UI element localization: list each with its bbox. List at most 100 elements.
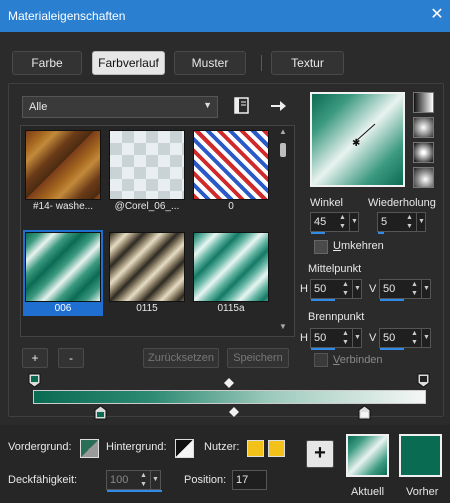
bottom-midpoint-marker[interactable] — [229, 407, 239, 417]
save-button[interactable]: Speichern — [227, 348, 289, 368]
mittelpunkt-label: Mittelpunkt — [308, 263, 362, 275]
winkel-level-bar — [311, 232, 325, 234]
aktuell-label: Aktuell — [351, 486, 385, 498]
rectangular-style-button[interactable] — [413, 117, 434, 138]
brenn-v-spinner[interactable]: 50 ▲ ▼ ▼ — [379, 328, 431, 350]
deckfaehigkeit-label: Deckfähigkeit: — [8, 474, 78, 486]
gallery-item-label: 0115a — [217, 303, 245, 314]
mittel-v-label: V — [369, 283, 377, 295]
bottom-stop-icon[interactable] — [358, 405, 371, 420]
brennpunkt-label: Brennpunkt — [308, 311, 365, 323]
chevron-down-icon[interactable]: ▼ — [349, 213, 359, 231]
reset-button[interactable]: Zurücksetzen — [143, 348, 219, 368]
chevron-down-icon: ▼ — [203, 100, 212, 110]
gallery-item[interactable]: 0115 — [107, 230, 187, 316]
spin-arrows-icon[interactable]: ▲ ▼ — [138, 471, 149, 489]
gallery-scrollbar[interactable]: ▲ ▼ — [275, 127, 291, 334]
wiederholung-label: Wiederholung — [368, 197, 436, 209]
gallery-item-label: 0115 — [136, 303, 158, 314]
position-label: Position: — [184, 474, 227, 486]
previous-color-swatch[interactable] — [399, 434, 442, 477]
gallery-item-label: #14- washe... — [32, 201, 94, 212]
hintergrund-label: Hintergrund: — [106, 441, 167, 453]
gradient-thumbnail — [109, 130, 185, 200]
gradient-thumbnail — [25, 130, 101, 200]
tab-textur[interactable]: Textur — [271, 51, 344, 75]
chevron-down-icon[interactable]: ▼ — [416, 213, 426, 231]
radial-style-button[interactable] — [413, 167, 434, 188]
current-gradient-swatch[interactable] — [346, 434, 389, 477]
umkehren-checkbox[interactable] — [314, 240, 328, 254]
gradient-thumbnail — [109, 232, 185, 302]
gallery-item[interactable]: #14- washe... — [23, 128, 103, 214]
wiederholung-spinner[interactable]: 5 ▲ ▼ ▼ — [377, 212, 426, 234]
gradient-thumbnail — [193, 130, 269, 200]
angle-handle-icon[interactable]: ✱ — [312, 94, 403, 185]
nutzer-label: Nutzer: — [204, 441, 240, 453]
chevron-down-icon[interactable]: ▼ — [352, 329, 362, 347]
mittel-v-spinner[interactable]: 50 ▲ ▼ ▼ — [379, 279, 431, 301]
mittel-v-level-bar — [380, 299, 404, 301]
verbinden-label: Verbinden — [333, 354, 383, 366]
category-dropdown[interactable]: Alle ▼ — [22, 96, 218, 118]
wiederholung-value: 5 — [381, 216, 388, 228]
scrollbar-thumb[interactable] — [280, 143, 286, 157]
mittel-h-label: H — [300, 283, 308, 295]
user-color-swatch-1[interactable] — [247, 440, 264, 457]
position-value: 17 — [236, 474, 249, 486]
deckfaehigkeit-level-bar — [107, 490, 162, 492]
mittel-h-level-bar — [311, 299, 335, 301]
brenn-h-spinner[interactable]: 50 ▲ ▼ ▼ — [310, 328, 362, 350]
brenn-v-level-bar — [380, 348, 404, 350]
chevron-down-icon[interactable]: ▼ — [421, 280, 431, 298]
tab-farbverlauf[interactable]: Farbverlauf — [92, 51, 165, 75]
scroll-up-icon[interactable]: ▲ — [275, 127, 291, 139]
spin-arrows-icon[interactable]: ▲ ▼ — [404, 213, 415, 231]
top-start-stop-icon[interactable] — [28, 373, 41, 388]
vordergrund-label: Vordergrund: — [8, 441, 72, 453]
linear-style-button[interactable] — [413, 92, 434, 113]
mittel-h-spinner[interactable]: 50 ▲ ▼ ▼ — [310, 279, 362, 301]
brenn-v-label: V — [369, 332, 377, 344]
foreground-swatch[interactable] — [80, 439, 99, 458]
sunburst-style-button[interactable] — [413, 142, 434, 163]
bottom-stop-selected-icon[interactable] — [94, 405, 107, 420]
gallery-item[interactable]: 0 — [191, 128, 271, 214]
chevron-down-icon[interactable]: ▼ — [352, 280, 362, 298]
gallery-item-selected[interactable]: 006 — [23, 230, 103, 316]
mittel-h-value: 50 — [314, 283, 327, 295]
spin-arrows-icon[interactable]: ▲ ▼ — [409, 280, 420, 298]
add-gradient-button[interactable]: + — [22, 348, 48, 368]
gallery-item[interactable]: 0115a — [191, 230, 271, 316]
background-swatch[interactable] — [175, 439, 194, 458]
chevron-down-icon[interactable]: ▼ — [150, 471, 160, 489]
spin-arrows-icon[interactable]: ▲ ▼ — [340, 280, 351, 298]
gradient-preview[interactable]: ✱ — [310, 92, 405, 187]
spin-arrows-icon[interactable]: ▲ ▼ — [337, 213, 348, 231]
wiederholung-level-bar — [378, 232, 384, 234]
close-icon[interactable]: ✕ — [428, 5, 446, 25]
brenn-h-value: 50 — [314, 332, 327, 344]
tab-farbe[interactable]: Farbe — [12, 51, 82, 75]
chevron-down-icon[interactable]: ▼ — [421, 329, 431, 347]
winkel-spinner[interactable]: 45 ▲ ▼ ▼ — [310, 212, 359, 234]
gradient-editor-bar[interactable] — [33, 390, 426, 404]
gallery-item[interactable]: @Corel_06_... — [107, 128, 187, 214]
verbinden-checkbox[interactable] — [314, 353, 328, 367]
winkel-label: Winkel — [310, 197, 344, 209]
scroll-down-icon[interactable]: ▼ — [275, 322, 291, 334]
spin-arrows-icon[interactable]: ▲ ▼ — [340, 329, 351, 347]
deckfaehigkeit-spinner[interactable]: 100 ▲ ▼ ▼ — [106, 470, 162, 492]
user-color-swatch-2[interactable] — [268, 440, 285, 457]
add-color-button[interactable]: + — [306, 440, 334, 468]
library-icon[interactable] — [233, 96, 251, 116]
arrow-right-icon[interactable] — [268, 96, 288, 116]
position-field[interactable]: 17 — [232, 470, 267, 490]
top-midpoint-marker[interactable] — [224, 378, 234, 388]
remove-gradient-button[interactable]: - — [58, 348, 84, 368]
category-value: Alle — [29, 101, 48, 113]
winkel-value: 45 — [314, 216, 327, 228]
top-end-stop-icon[interactable] — [417, 373, 430, 388]
tab-muster[interactable]: Muster — [174, 51, 246, 75]
spin-arrows-icon[interactable]: ▲ ▼ — [409, 329, 420, 347]
